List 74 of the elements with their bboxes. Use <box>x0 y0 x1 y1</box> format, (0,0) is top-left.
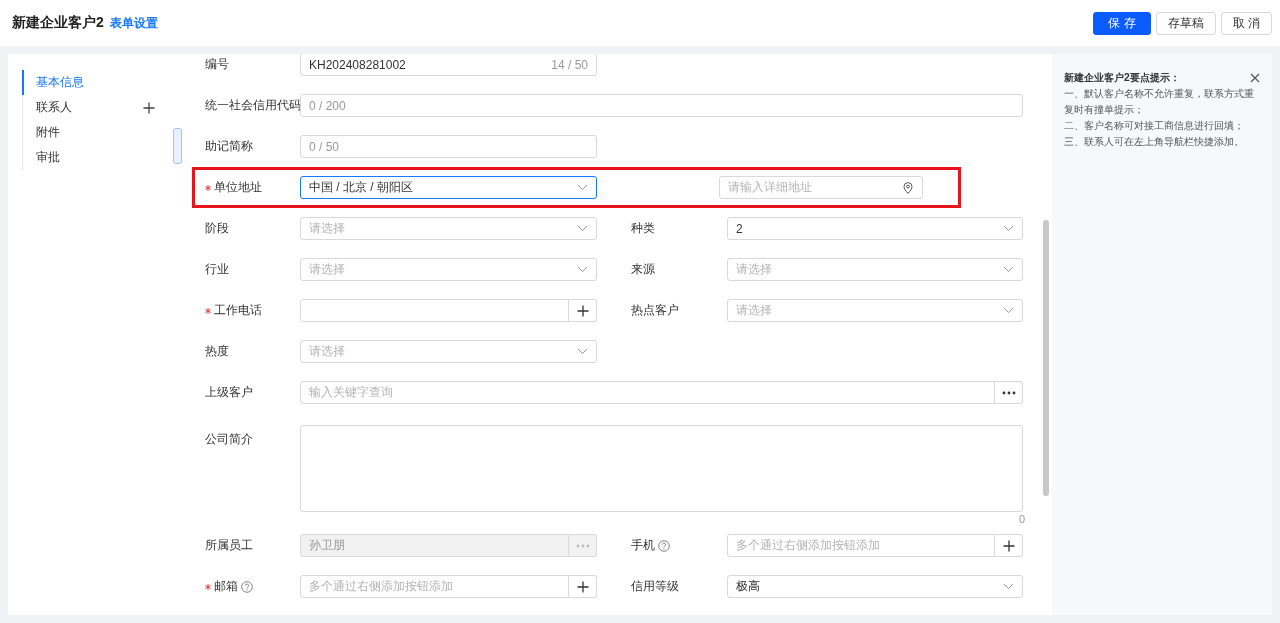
field-label: 阶段 <box>205 220 229 237</box>
text-area[interactable] <box>300 425 1023 512</box>
ellipsis-icon <box>1001 390 1016 395</box>
field-label: 来源 <box>631 261 655 278</box>
plus-icon <box>576 580 589 593</box>
field-label: 所属员工 <box>205 537 253 554</box>
more-button[interactable] <box>569 534 597 557</box>
field-label: 邮箱 <box>214 578 238 595</box>
close-icon[interactable] <box>1250 73 1260 83</box>
nav-item[interactable]: 附件 <box>22 120 155 145</box>
plus-icon <box>143 101 155 114</box>
chevron-down-icon <box>577 348 588 355</box>
select-field[interactable]: 请选择 <box>300 340 597 363</box>
add-button[interactable] <box>995 534 1023 557</box>
input-field[interactable] <box>300 299 569 322</box>
input-field[interactable]: 多个通过右侧添加按钮添加 <box>727 534 995 557</box>
character-count: 0 <box>1017 513 1025 525</box>
detail-address-field[interactable]: 请输入详细地址 <box>719 176 923 199</box>
field-label: 上级客户 <box>205 384 253 401</box>
field-label: 热点客户 <box>631 302 679 319</box>
ellipsis-icon <box>575 543 590 548</box>
select-field[interactable]: 请选择 <box>727 299 1023 322</box>
action-button[interactable]: 存草稿 <box>1155 11 1216 35</box>
field-label: 手机 <box>631 537 655 554</box>
field-label: 统一社会信用代码 <box>205 97 301 114</box>
plus-icon <box>1002 539 1015 552</box>
add-button[interactable] <box>569 299 597 322</box>
field-label: 信用等级 <box>631 578 679 595</box>
location-pin-icon <box>902 181 914 194</box>
select-field[interactable]: 2 <box>727 217 1023 240</box>
field-label: 公司简介 <box>205 431 253 448</box>
character-count: 0 / 200 <box>309 98 346 113</box>
page-title: 新建企业客户2 <box>12 14 104 32</box>
address-select[interactable]: 中国 / 北京 / 朝阳区 <box>300 176 597 199</box>
tip-text: 三、联系人可在左上角导航栏快捷添加。 <box>1064 135 1245 149</box>
input-field[interactable]: 多个通过右侧添加按钮添加 <box>300 575 569 598</box>
form-settings-link[interactable]: 表单设置 <box>109 14 158 32</box>
action-button[interactable]: 取 消 <box>1220 11 1272 35</box>
nav-item[interactable]: 联系人 <box>22 95 155 120</box>
nav-item[interactable]: 审批 <box>22 145 155 170</box>
tip-text: 一、默认客户名称不允许重复，联系方式重复时有撞单提示； <box>1064 87 1255 117</box>
field-label: 种类 <box>631 220 655 237</box>
field-label: 单位地址 <box>214 179 262 196</box>
save-button[interactable]: 保 存 <box>1093 11 1151 35</box>
tips-title: 新建企业客户2要点提示： <box>1064 71 1180 85</box>
field-label: 行业 <box>205 261 229 278</box>
chevron-down-icon <box>577 266 588 273</box>
select-field[interactable]: 请选择 <box>300 217 597 240</box>
tip-text: 二、客户名称可对接工商信息进行回填； <box>1064 119 1245 133</box>
field-label: 热度 <box>205 343 229 360</box>
field-label: 工作电话 <box>214 302 262 319</box>
scrollbar-thumb[interactable] <box>1043 220 1049 496</box>
chevron-down-icon <box>577 184 588 191</box>
chevron-down-icon <box>1003 225 1014 232</box>
nav-item[interactable]: 基本信息 <box>22 70 155 95</box>
field-label: 助记简称 <box>205 138 253 155</box>
lookup-field[interactable]: 输入关键字查询 <box>300 381 995 404</box>
select-field[interactable]: 极高 <box>727 575 1023 598</box>
add-button[interactable] <box>569 575 597 598</box>
more-button[interactable] <box>995 381 1023 404</box>
character-count: 14 / 50 <box>551 57 588 72</box>
select-field[interactable]: 请选择 <box>727 258 1023 281</box>
text-field[interactable]: 0 / 200 <box>300 94 1023 117</box>
chevron-down-icon <box>1003 266 1014 273</box>
chevron-down-icon <box>1003 583 1014 590</box>
text-field[interactable]: 0 / 50 <box>300 135 597 158</box>
text-field[interactable]: KH202408281002 14 / 50 <box>300 54 597 76</box>
chevron-down-icon <box>1003 307 1014 314</box>
character-count: 0 / 50 <box>309 139 340 154</box>
select-field[interactable]: 请选择 <box>300 258 597 281</box>
collapse-handle[interactable] <box>173 128 182 164</box>
field-label: 编号 <box>205 56 229 73</box>
plus-icon <box>576 304 589 317</box>
chevron-down-icon <box>577 225 588 232</box>
